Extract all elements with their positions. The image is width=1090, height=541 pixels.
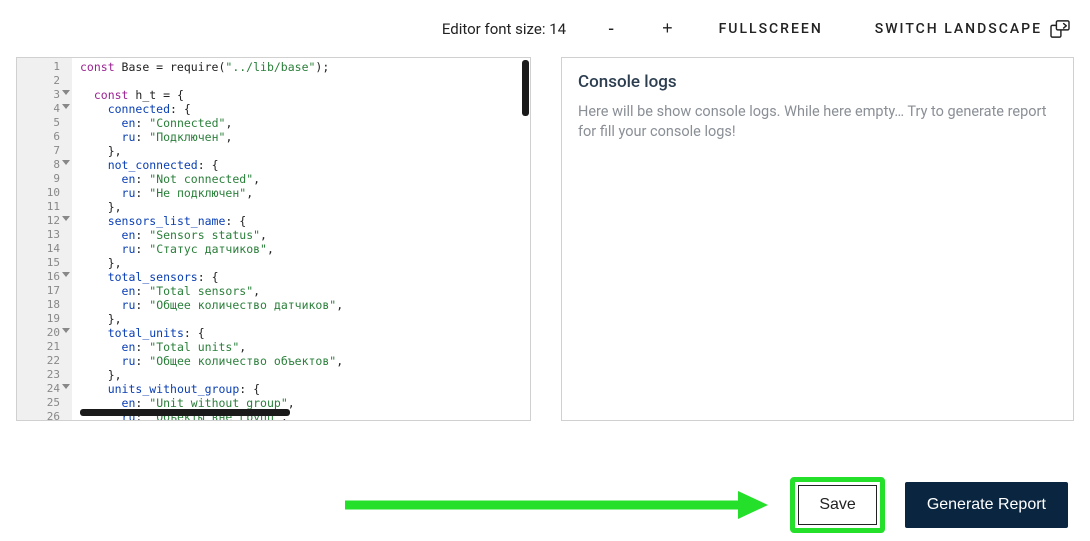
console-title: Console logs — [578, 72, 1057, 92]
code-line[interactable]: en: "Not connected", — [80, 172, 526, 186]
code-line[interactable]: en: "Unit without group", — [80, 396, 526, 410]
fold-icon[interactable] — [62, 384, 70, 389]
gutter-line: 6 — [17, 130, 72, 144]
console-placeholder: Here will be show console logs. While he… — [578, 102, 1057, 143]
gutter-line: 15 — [17, 256, 72, 270]
gutter-line: 1 — [17, 60, 72, 74]
code-line[interactable]: }, — [80, 312, 526, 326]
fold-icon[interactable] — [62, 328, 70, 333]
gutter-line: 26 — [17, 410, 72, 421]
code-editor[interactable]: 1234567891011121314151617181920212223242… — [16, 57, 531, 421]
code-line[interactable]: }, — [80, 200, 526, 214]
code-line[interactable]: total_units: { — [80, 326, 526, 340]
fold-icon[interactable] — [62, 160, 70, 165]
font-increase-button[interactable]: + — [656, 18, 679, 39]
gutter-line: 5 — [17, 116, 72, 130]
fold-icon[interactable] — [62, 104, 70, 109]
code-line[interactable]: units_without_group: { — [80, 382, 526, 396]
code-line[interactable]: connected: { — [80, 102, 526, 116]
gutter-line: 18 — [17, 298, 72, 312]
horizontal-scrollbar[interactable] — [80, 409, 290, 416]
generate-report-button[interactable]: Generate Report — [905, 482, 1068, 528]
code-line[interactable]: en: "Connected", — [80, 116, 526, 130]
gutter-line: 4 — [17, 102, 72, 116]
console-panel: Console logs Here will be show console l… — [561, 57, 1074, 421]
code-line[interactable]: ru: "Общее количество датчиков", — [80, 298, 526, 312]
gutter-line: 12 — [17, 214, 72, 228]
code-line[interactable]: }, — [80, 368, 526, 382]
gutter-line: 17 — [17, 284, 72, 298]
code-line[interactable]: ru: "Статус датчиков", — [80, 242, 526, 256]
editor-gutter: 1234567891011121314151617181920212223242… — [17, 58, 72, 420]
switch-landscape-button[interactable]: SWITCH LANDSCAPE — [875, 20, 1070, 38]
font-decrease-button[interactable]: - — [602, 18, 620, 39]
gutter-line: 24 — [17, 382, 72, 396]
code-line[interactable]: const h_t = { — [80, 88, 526, 102]
gutter-line: 20 — [17, 326, 72, 340]
gutter-line: 25 — [17, 396, 72, 410]
code-line[interactable]: }, — [80, 256, 526, 270]
gutter-line: 7 — [17, 144, 72, 158]
gutter-line: 9 — [17, 172, 72, 186]
gutter-line: 3 — [17, 88, 72, 102]
font-size-label: Editor font size: 14 — [442, 20, 566, 38]
gutter-line: 23 — [17, 368, 72, 382]
code-line[interactable]: en: "Total sensors", — [80, 284, 526, 298]
editor-content[interactable]: const Base = require("../lib/base"); con… — [72, 58, 530, 420]
code-line[interactable]: sensors_list_name: { — [80, 214, 526, 228]
gutter-line: 13 — [17, 228, 72, 242]
gutter-line: 19 — [17, 312, 72, 326]
save-highlight: Save — [790, 477, 884, 533]
code-line[interactable]: ru: "Не подключен", — [80, 186, 526, 200]
toolbar-actions: FULLSCREEN SWITCH LANDSCAPE — [719, 20, 1070, 38]
code-line[interactable]: not_connected: { — [80, 158, 526, 172]
code-line[interactable]: const Base = require("../lib/base"); — [80, 60, 526, 74]
save-button[interactable]: Save — [798, 485, 876, 525]
fold-icon[interactable] — [62, 90, 70, 95]
code-line[interactable]: }, — [80, 144, 526, 158]
switch-landscape-icon — [1050, 20, 1070, 38]
code-line[interactable]: en: "Total units", — [80, 340, 526, 354]
code-line[interactable]: total_sensors: { — [80, 270, 526, 284]
gutter-line: 8 — [17, 158, 72, 172]
code-line[interactable] — [80, 74, 526, 88]
code-line[interactable]: en: "Sensors status", — [80, 228, 526, 242]
gutter-line: 10 — [17, 186, 72, 200]
gutter-line: 14 — [17, 242, 72, 256]
fold-icon[interactable] — [62, 272, 70, 277]
code-line[interactable]: ru: "Подключен", — [80, 130, 526, 144]
switch-landscape-label: SWITCH LANDSCAPE — [875, 21, 1042, 37]
code-line[interactable]: ru: "Общее количество объектов", — [80, 354, 526, 368]
fold-icon[interactable] — [62, 216, 70, 221]
gutter-line: 11 — [17, 200, 72, 214]
gutter-line: 22 — [17, 354, 72, 368]
fullscreen-button[interactable]: FULLSCREEN — [719, 21, 823, 37]
gutter-line: 16 — [17, 270, 72, 284]
vertical-scrollbar[interactable] — [522, 60, 529, 116]
gutter-line: 21 — [17, 340, 72, 354]
gutter-line: 2 — [17, 74, 72, 88]
highlight-arrow-icon — [340, 489, 770, 521]
editor-toolbar: Editor font size: 14 - + FULLSCREEN SWIT… — [0, 0, 1090, 57]
footer-actions: Save Generate Report — [0, 477, 1090, 533]
font-size-group: Editor font size: 14 - + — [442, 18, 679, 39]
main-panels: 1234567891011121314151617181920212223242… — [0, 57, 1090, 421]
